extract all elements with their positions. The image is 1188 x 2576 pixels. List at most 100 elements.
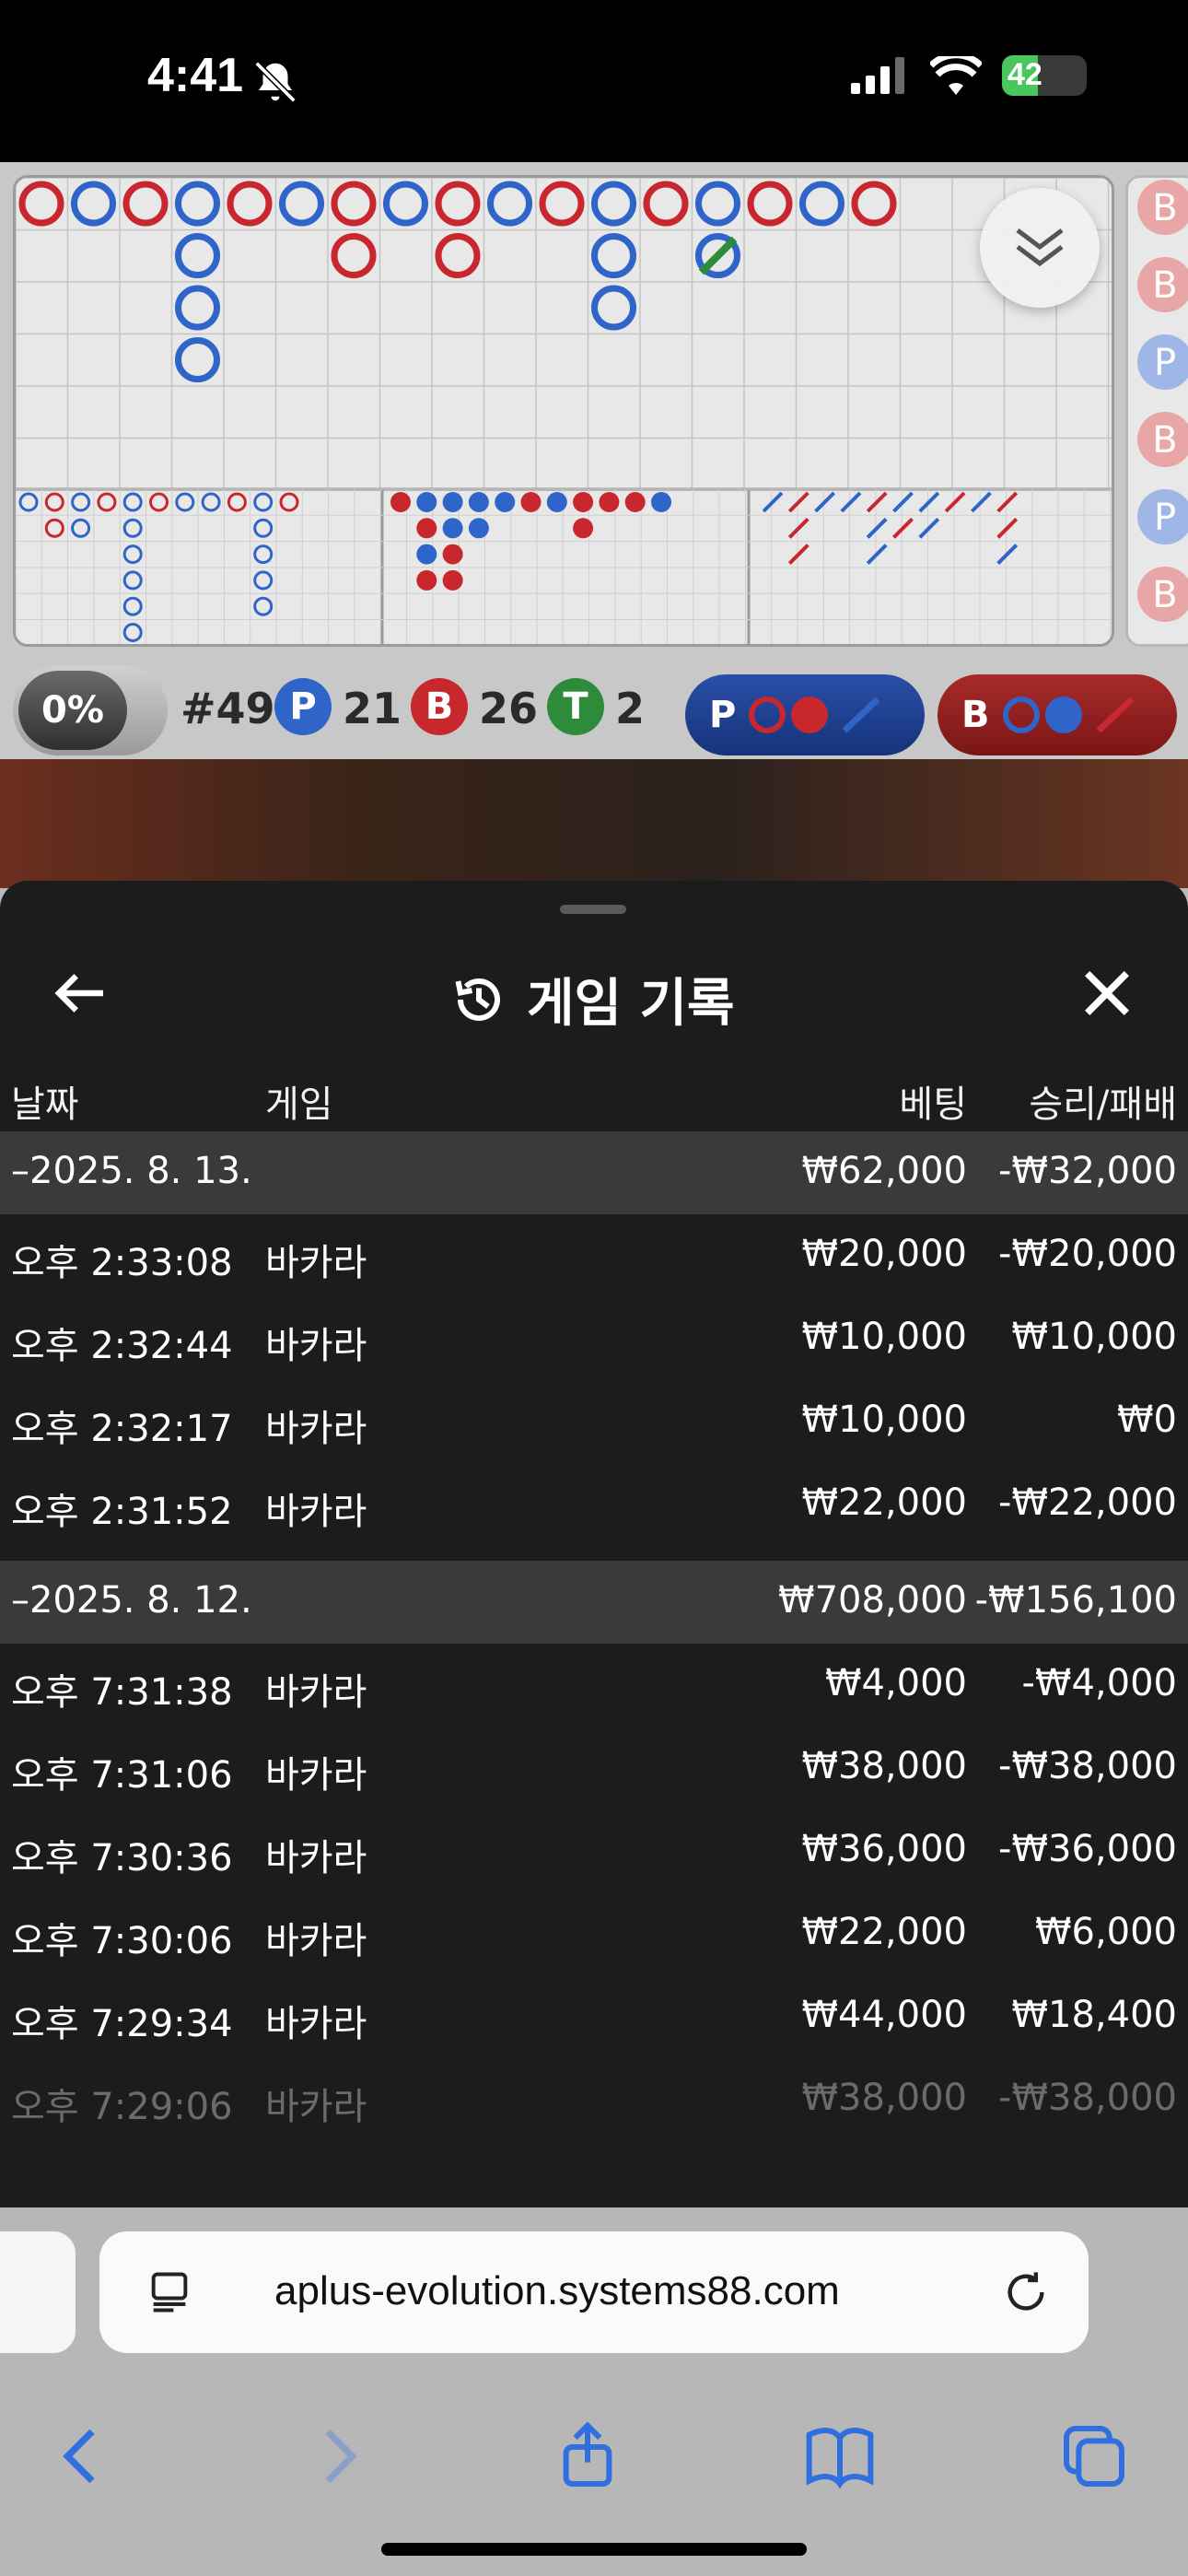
row-game: 바카라 — [265, 1754, 367, 1797]
predict-marks-icon — [1002, 697, 1134, 733]
table-row[interactable]: 오후 2:33:08 바카라 ₩20,000 -₩20,000 — [0, 1214, 1188, 1297]
col-game[interactable]: 게임 — [265, 1074, 333, 1128]
round-number: #49 — [181, 684, 275, 733]
col-winloss[interactable]: 승리/패배 — [1029, 1074, 1177, 1128]
table-row[interactable]: 오후 2:31:52 바카라 ₩22,000 -₩22,000 — [0, 1463, 1188, 1546]
row-time: 오후 2:32:44 — [11, 1325, 233, 1367]
small-road-mark — [599, 492, 620, 512]
small-road-mark — [390, 492, 411, 512]
big-road-mark — [591, 181, 636, 227]
small-road-mark — [573, 492, 594, 512]
big-road-mark — [331, 233, 377, 278]
table-row[interactable]: 오후 7:29:06 바카라 ₩38,000 -₩38,000 — [0, 2058, 1188, 2141]
row-time: 오후 7:30:36 — [11, 1837, 233, 1879]
big-road-mark — [747, 181, 793, 227]
big-road-mark — [175, 337, 220, 382]
cockroach-mark — [814, 491, 836, 513]
sheet-title: 게임 기록 — [527, 974, 735, 1034]
percent-toggle[interactable]: 0% — [13, 665, 168, 755]
group-bet: ₩708,000 — [778, 1579, 967, 1622]
tie-count: 2 — [615, 684, 646, 733]
table-row[interactable]: 오후 7:31:38 바카라 ₩4,000 -₩4,000 — [0, 1644, 1188, 1727]
big-road-mark — [851, 181, 897, 227]
back-chevron-icon[interactable] — [46, 2419, 120, 2493]
big-eye-mark — [227, 492, 247, 512]
table-row[interactable]: 오후 7:30:36 바카라 ₩36,000 -₩36,000 — [0, 1809, 1188, 1892]
big-eye-mark — [149, 492, 169, 512]
back-arrow-icon[interactable] — [52, 964, 111, 1023]
live-video-preview — [0, 759, 1188, 888]
row-time: 오후 2:33:08 — [11, 1242, 233, 1284]
collapse-button[interactable] — [980, 188, 1100, 308]
col-date[interactable]: 날짜 — [11, 1074, 79, 1128]
forward-chevron-icon[interactable] — [300, 2419, 374, 2493]
cockroach-mark — [866, 544, 888, 566]
address-bar[interactable]: aplus-evolution.systems88.com — [99, 2231, 1089, 2353]
big-eye-mark — [253, 570, 274, 591]
close-icon[interactable] — [1077, 964, 1136, 1023]
big-eye-mark — [44, 518, 64, 538]
side-mark-label: B — [1152, 574, 1177, 616]
cockroach-mark — [787, 517, 809, 539]
silent-bell-icon — [254, 61, 297, 103]
big-eye-mark — [122, 570, 143, 591]
small-road-mark — [624, 492, 646, 512]
row-winloss: ₩0 — [1117, 1399, 1177, 1441]
big-eye-mark — [97, 492, 117, 512]
sheet-grabber[interactable] — [560, 905, 626, 914]
table-row[interactable]: 오후 7:31:06 바카라 ₩38,000 -₩38,000 — [0, 1727, 1188, 1809]
player-badge: P — [274, 678, 332, 735]
table-row[interactable]: 오후 7:29:34 바카라 ₩44,000 ₩18,400 — [0, 1975, 1188, 2058]
sheet-header: 게임 기록 — [0, 936, 1188, 1047]
big-road-mark — [487, 181, 532, 227]
reader-icon[interactable] — [146, 2268, 193, 2316]
small-road-mark — [573, 518, 594, 539]
row-bet: ₩38,000 — [801, 2077, 967, 2119]
big-road-mark — [591, 285, 636, 331]
big-eye-mark — [122, 596, 143, 616]
reload-icon[interactable] — [1002, 2268, 1050, 2316]
big-eye-mark — [122, 492, 143, 512]
row-time: 오후 2:31:52 — [11, 1491, 233, 1533]
side-roadmap-marks: BBPBPB — [1137, 180, 1188, 622]
bookmarks-icon[interactable] — [803, 2419, 877, 2493]
row-winloss: ₩18,400 — [1011, 1994, 1177, 2036]
previous-tab-preview[interactable] — [0, 2231, 76, 2353]
bead-roadmap[interactable] — [13, 175, 1114, 647]
big-eye-mark — [201, 492, 221, 512]
row-winloss: ₩10,000 — [1011, 1316, 1177, 1358]
small-road-mark — [442, 518, 463, 539]
cockroach-mark — [996, 544, 1019, 566]
side-mark-label: P — [1154, 342, 1176, 384]
row-bet: ₩10,000 — [801, 1316, 967, 1358]
cockroach-mark — [787, 544, 809, 566]
percent-label: 0% — [18, 671, 127, 750]
date-group-row[interactable]: –2025. 8. 12. ₩708,000 -₩156,100 — [0, 1561, 1188, 1644]
big-road-mark — [279, 181, 324, 227]
table-row[interactable]: 오후 2:32:44 바카라 ₩10,000 ₩10,000 — [0, 1297, 1188, 1380]
big-road-mark — [435, 233, 481, 278]
row-game: 바카라 — [265, 1242, 367, 1284]
tabs-icon[interactable] — [1057, 2419, 1131, 2493]
date-group-row[interactable]: –2025. 8. 13. ₩62,000 -₩32,000 — [0, 1131, 1188, 1214]
row-winloss: -₩36,000 — [998, 1828, 1177, 1870]
player-predict-button[interactable]: P — [685, 674, 925, 755]
big-road-mark — [539, 181, 585, 227]
big-eye-mark — [279, 492, 299, 512]
col-bet[interactable]: 베팅 — [899, 1074, 967, 1128]
row-game: 바카라 — [265, 1837, 367, 1879]
share-icon[interactable] — [551, 2419, 624, 2493]
cockroach-mark — [970, 491, 992, 513]
row-time: 오후 7:30:06 — [11, 1920, 233, 1962]
table-row[interactable]: 오후 2:32:17 바카라 ₩10,000 ₩0 — [0, 1380, 1188, 1463]
row-bet: ₩10,000 — [801, 1399, 967, 1441]
side-roadmap[interactable]: BBPBPB — [1125, 175, 1188, 647]
row-time: 오후 2:32:17 — [11, 1408, 233, 1450]
clock: 4:41 — [147, 49, 244, 102]
cellular-signal-icon — [851, 57, 904, 94]
big-road-mark — [122, 181, 169, 227]
big-road-mark — [435, 181, 481, 227]
banker-predict-button[interactable]: B — [938, 674, 1177, 755]
big-road-mark — [331, 181, 377, 227]
table-row[interactable]: 오후 7:30:06 바카라 ₩22,000 ₩6,000 — [0, 1892, 1188, 1975]
